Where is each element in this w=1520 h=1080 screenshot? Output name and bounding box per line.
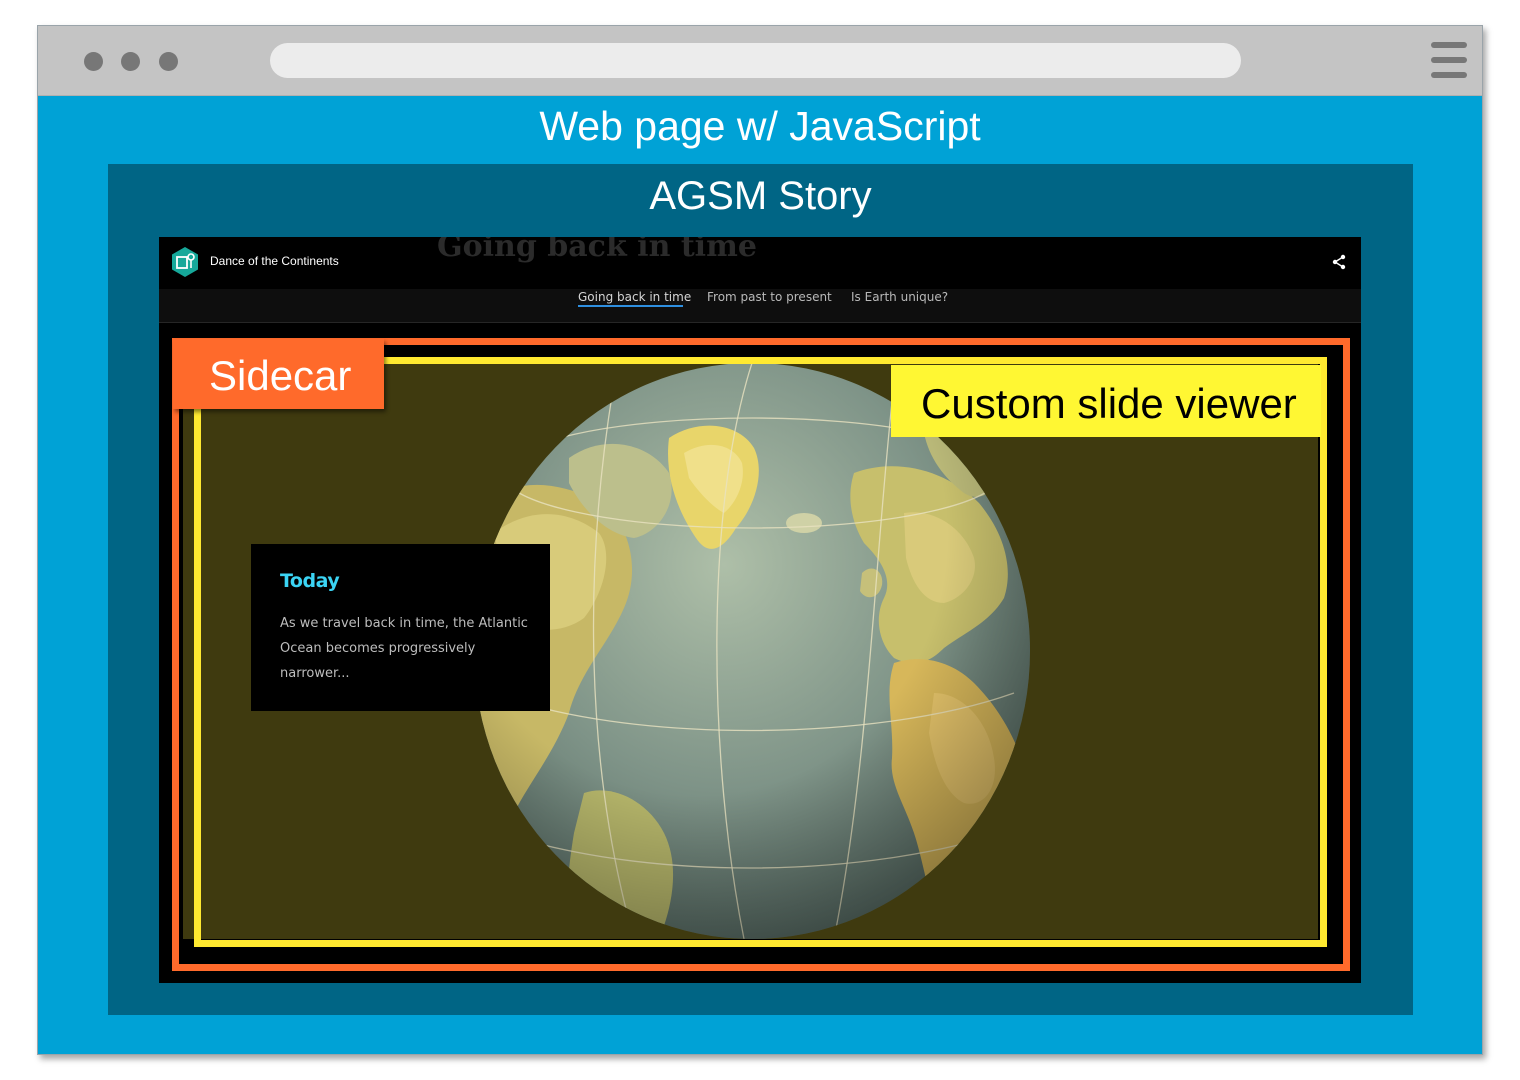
- agsm-story-label: AGSM Story: [649, 174, 872, 218]
- window-dot-icon[interactable]: [84, 52, 103, 71]
- app-header: Going back in time Dance of the Continen…: [159, 237, 1361, 289]
- address-bar[interactable]: [270, 43, 1241, 78]
- share-icon[interactable]: [1331, 254, 1347, 270]
- custom-slide-viewer-label-text: Custom slide viewer: [921, 380, 1297, 427]
- slide-heading: Today: [280, 570, 340, 592]
- window-dot-icon[interactable]: [159, 52, 178, 71]
- hamburger-icon[interactable]: [1431, 42, 1467, 80]
- tab-from-past-to-present[interactable]: From past to present: [707, 289, 832, 323]
- app-title: Dance of the Continents: [210, 254, 339, 268]
- web-page-label: Web page w/ JavaScript: [539, 103, 981, 149]
- background-heading: Going back in time: [437, 237, 757, 264]
- sidecar-label: Sidecar: [173, 339, 384, 409]
- story-app: Going back in time Dance of the Continen…: [159, 237, 1361, 983]
- browser-window: Web page w/ JavaScript AGSM Story Going …: [37, 25, 1483, 1055]
- window-dot-icon[interactable]: [121, 52, 140, 71]
- active-tab-indicator: [578, 305, 683, 307]
- slide-caption-card: Today As we travel back in time, the Atl…: [251, 544, 550, 711]
- story-nav: Going back in time From past to present …: [159, 289, 1361, 323]
- sidecar-label-text: Sidecar: [209, 352, 352, 399]
- tab-is-earth-unique[interactable]: Is Earth unique?: [851, 289, 948, 323]
- browser-toolbar: [38, 26, 1482, 96]
- story-map-icon[interactable]: [170, 246, 200, 278]
- agsm-story-panel: AGSM Story Going back in time Dance of t…: [108, 164, 1413, 1015]
- custom-slide-viewer-label: Custom slide viewer: [891, 365, 1321, 437]
- slide-body: As we travel back in time, the Atlantic …: [280, 616, 528, 681]
